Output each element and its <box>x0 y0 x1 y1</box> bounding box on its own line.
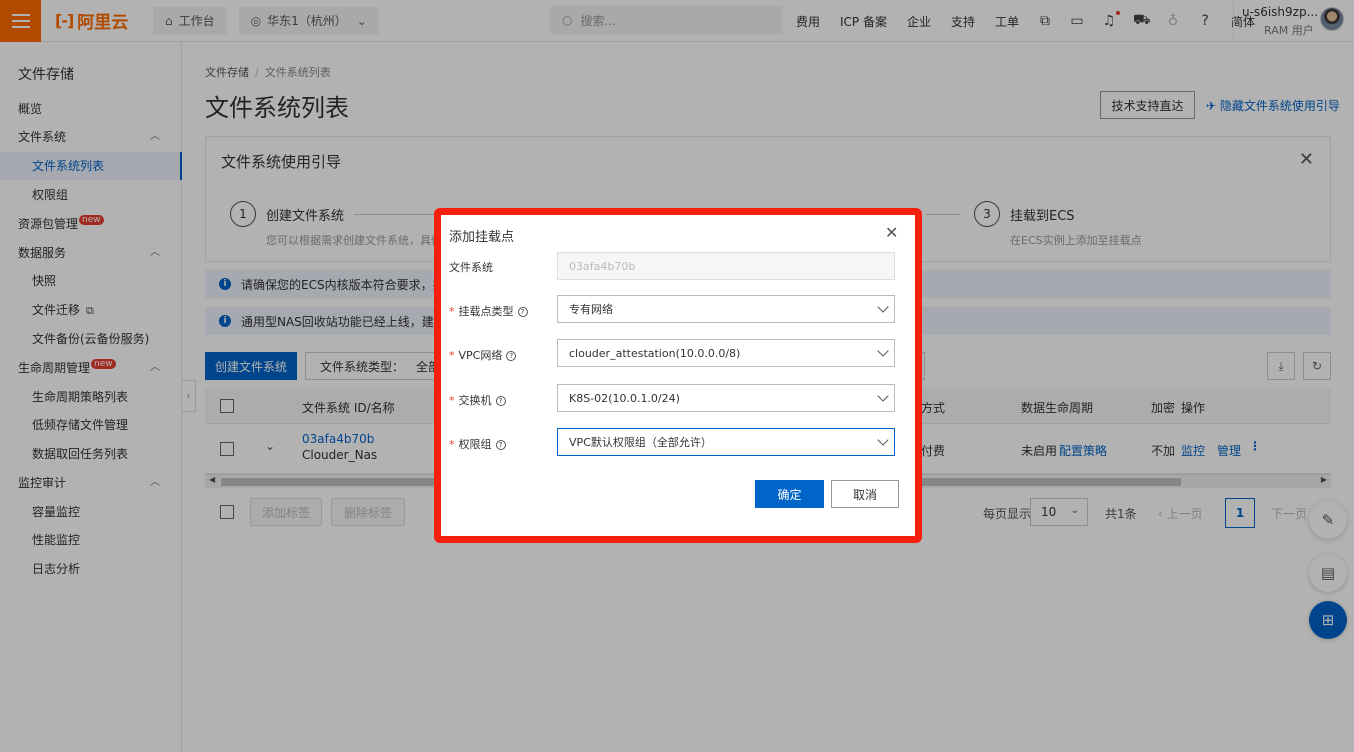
help-icon[interactable]: ? <box>517 307 528 317</box>
close-icon[interactable]: ✕ <box>885 223 898 242</box>
chevron-down-icon <box>877 345 889 357</box>
permission-group-value: VPC默认权限组（全部允许） <box>569 436 712 449</box>
vpc-value: clouder_attestation(10.0.0.0/8) <box>569 346 741 360</box>
vswitch-select[interactable]: K8S-02(10.0.1.0/24) <box>557 384 895 412</box>
chevron-down-icon <box>877 301 889 313</box>
filesystem-label: 文件系统 <box>449 261 493 274</box>
vswitch-label: * 交换机? <box>449 392 506 408</box>
vswitch-value: K8S-02(10.0.1.0/24) <box>569 391 680 405</box>
filesystem-field: 03afa4b70b <box>557 252 895 280</box>
permission-group-label: * 权限组? <box>449 436 506 452</box>
mount-type-label: * 挂载点类型? <box>449 303 528 319</box>
help-icon[interactable]: ? <box>506 351 517 361</box>
chevron-down-icon <box>877 390 889 402</box>
dialog-title: 添加挂载点 <box>449 230 515 245</box>
filesystem-value: 03afa4b70b <box>569 259 636 273</box>
cancel-button[interactable]: 取消 <box>831 480 899 508</box>
mount-type-select[interactable]: 专有网络 <box>557 295 895 323</box>
chevron-down-icon <box>877 434 889 446</box>
permission-group-select[interactable]: VPC默认权限组（全部允许） <box>557 428 895 456</box>
confirm-button[interactable]: 确定 <box>755 480 824 508</box>
help-icon[interactable]: ? <box>495 440 506 450</box>
vpc-label: * VPC网络? <box>449 347 517 363</box>
help-icon[interactable]: ? <box>495 396 506 406</box>
mount-type-value: 专有网络 <box>569 303 613 316</box>
vpc-select[interactable]: clouder_attestation(10.0.0.0/8) <box>557 339 895 367</box>
add-mount-point-dialog: 添加挂载点 ✕ 文件系统 03afa4b70b * 挂载点类型? 专有网络 * VP… <box>441 215 915 536</box>
